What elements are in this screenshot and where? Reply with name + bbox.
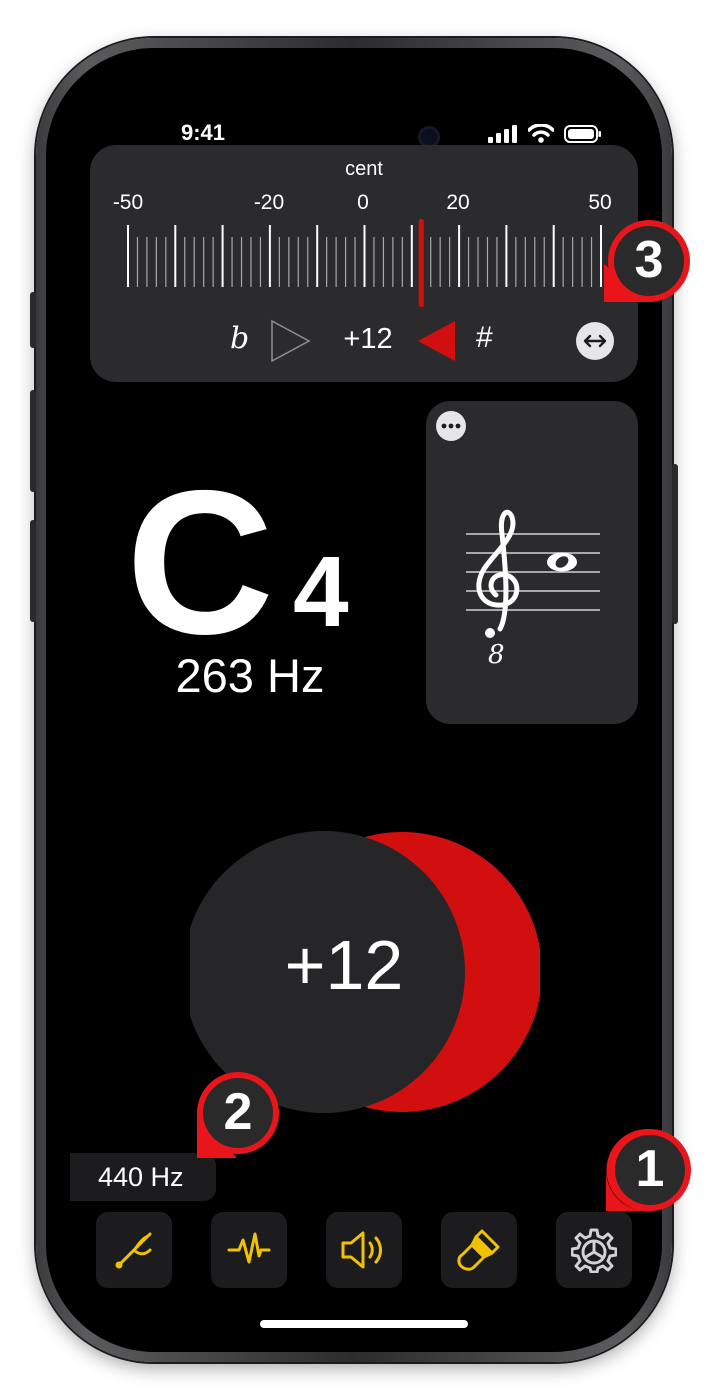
battery-icon	[564, 124, 601, 143]
tuning-fork-icon	[115, 1232, 152, 1269]
flat-direction-arrow-icon	[271, 319, 311, 363]
status-icons	[488, 124, 602, 143]
cent-needle	[418, 219, 424, 307]
cent-value: +12	[343, 323, 393, 355]
staff-card[interactable]: 8	[426, 401, 638, 724]
paintbrush-icon	[457, 1229, 500, 1271]
cent-readout-row: b +12 #	[90, 317, 638, 367]
side-button	[672, 464, 678, 624]
sharp-sign: #	[476, 321, 493, 354]
reference-pitch-label[interactable]: 440 Hz	[98, 1162, 184, 1193]
bottom-toolbar	[96, 1212, 632, 1288]
note-octave: 4	[293, 536, 349, 648]
callout-1: 1	[605, 1125, 691, 1212]
action-button	[30, 292, 36, 348]
flat-sign: b	[230, 321, 250, 356]
waveform-icon	[227, 1232, 271, 1264]
swap-mode-button[interactable]	[576, 322, 614, 360]
waveform-tab-button[interactable]	[211, 1212, 287, 1288]
speaker-icon	[341, 1231, 382, 1269]
sharp-direction-arrow-icon	[418, 321, 455, 361]
screen: 9:41 cent -50 -20 0 20 50 b +12 # C 4 26…	[70, 70, 658, 1350]
callout-3: 3	[604, 218, 690, 302]
home-indicator	[260, 1320, 468, 1328]
callout-3-number: 3	[634, 231, 664, 289]
note-frequency: 263 Hz	[175, 649, 325, 702]
wifi-icon	[528, 124, 554, 143]
tuner-tab-button[interactable]	[96, 1212, 172, 1288]
theme-tab-button[interactable]	[441, 1212, 517, 1288]
bezel: 9:41 cent -50 -20 0 20 50 b +12 # C 4 26…	[46, 48, 662, 1352]
volume-up-button	[30, 390, 36, 492]
left-right-arrow-icon	[583, 334, 607, 348]
cent-scale	[127, 219, 602, 307]
status-time: 9:41	[180, 120, 226, 145]
indicator-value: +12	[284, 926, 404, 1004]
cent-meter-card: cent -50 -20 0 20 50 b +12 #	[90, 145, 638, 382]
gear-icon	[571, 1228, 617, 1273]
note-letter: C	[126, 448, 274, 677]
callout-2: 2	[193, 1068, 279, 1158]
whole-note-icon	[547, 552, 577, 572]
callout-2-number: 2	[223, 1083, 253, 1141]
settings-tab-button[interactable]	[556, 1212, 632, 1288]
sound-tab-button[interactable]	[326, 1212, 402, 1288]
volume-down-button	[30, 520, 36, 622]
phone-frame: 9:41 cent -50 -20 0 20 50 b +12 # C 4 26…	[30, 38, 678, 1362]
callout-1-number: 1	[635, 1140, 665, 1198]
music-staff: 8	[466, 509, 600, 670]
cellular-signal-icon	[488, 124, 517, 143]
octave-8-marker: 8	[488, 640, 505, 670]
treble-clef-icon	[476, 509, 520, 638]
